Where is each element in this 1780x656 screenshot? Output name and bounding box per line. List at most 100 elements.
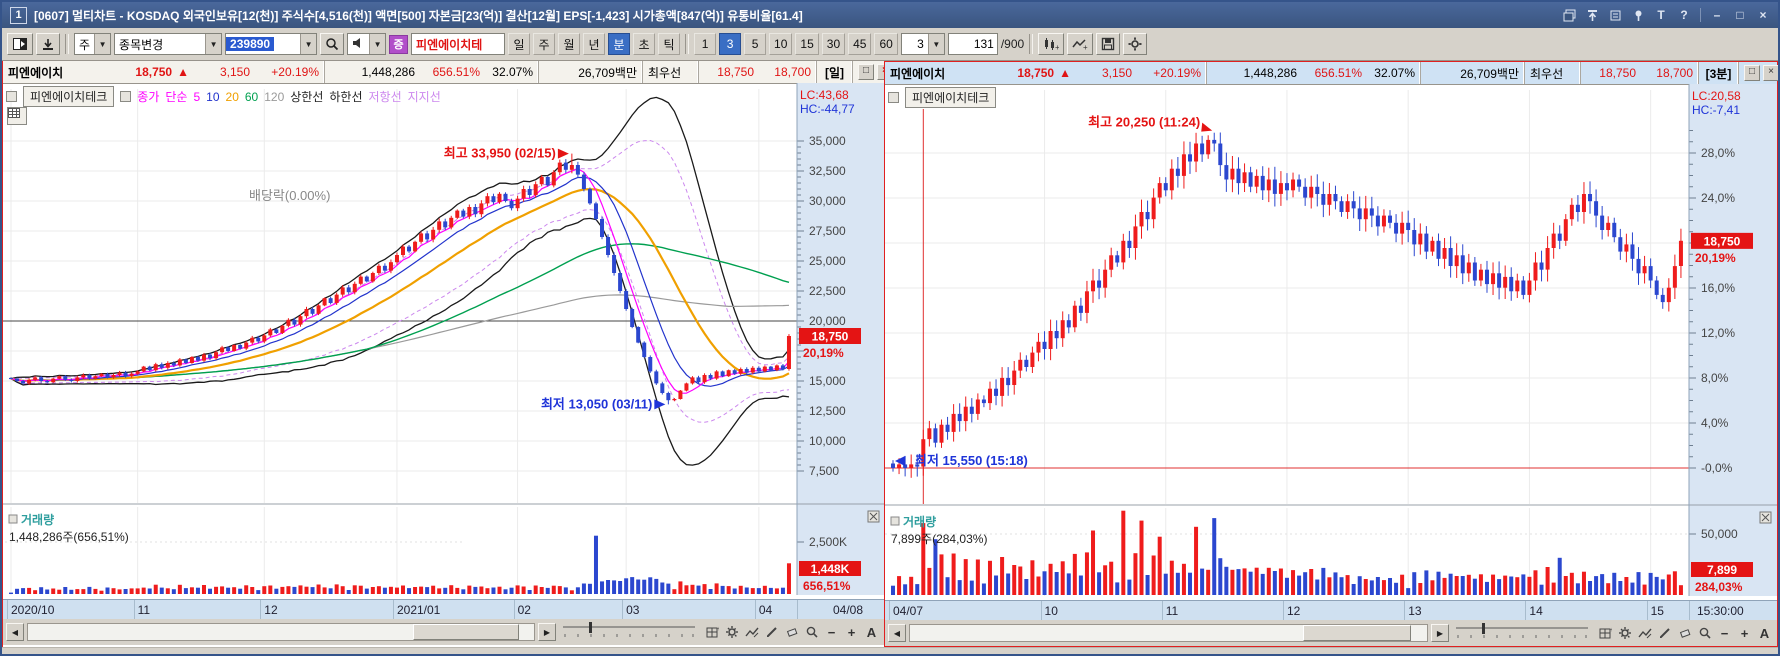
- pane-maximize-button[interactable]: □: [858, 64, 874, 80]
- settings-gear-button[interactable]: [1123, 33, 1148, 55]
- zoom-slider[interactable]: [559, 620, 699, 645]
- ma-legend-toggle-button[interactable]: [120, 91, 132, 102]
- minimize-button[interactable]: –: [1710, 8, 1724, 22]
- zoom-in-button[interactable]: +: [842, 623, 861, 642]
- volume-bar: [1145, 575, 1150, 595]
- minute-combo[interactable]: 3 ▼: [900, 33, 945, 55]
- zoom-out-button[interactable]: −: [822, 623, 841, 642]
- period-minute-button[interactable]: 분: [608, 33, 631, 55]
- chevron-down-icon[interactable]: ▼: [369, 34, 386, 54]
- lower-band-label: 하한선: [329, 90, 363, 104]
- series-tab[interactable]: 피엔에이치테크: [905, 87, 997, 108]
- minute-chart-area[interactable]: 28,0% 24,0% 16,0% 12,0% 8,0% 4,0% -0,0% 최고 20,2…: [885, 84, 1777, 600]
- settings-gear-button[interactable]: [722, 623, 741, 642]
- scroll-left-button[interactable]: ◀: [888, 624, 906, 642]
- pane-close-button[interactable]: ×: [1763, 65, 1778, 81]
- auto-scale-button[interactable]: A: [1755, 624, 1774, 643]
- close-button[interactable]: ×: [1756, 8, 1770, 22]
- volume-bar: [1303, 572, 1308, 595]
- chevron-down-icon[interactable]: ▼: [300, 34, 317, 54]
- period-month-button[interactable]: 월: [558, 33, 581, 55]
- magnifier-button[interactable]: [802, 623, 821, 642]
- save-layout-button[interactable]: [36, 33, 60, 55]
- layout-select-button[interactable]: [7, 33, 33, 55]
- maximize-button[interactable]: □: [1733, 8, 1747, 22]
- volume-bar: [1115, 582, 1120, 595]
- chart-grid-button[interactable]: +: [1595, 624, 1614, 643]
- scrollbar-track[interactable]: [909, 624, 1428, 642]
- pushpin-icon[interactable]: [1631, 8, 1645, 22]
- minute-60-button[interactable]: 60: [874, 33, 898, 55]
- sound-alert-dropdown[interactable]: ▼: [347, 33, 387, 55]
- series-tab[interactable]: 피엔에이치테크: [23, 86, 115, 107]
- chevron-down-icon[interactable]: ▼: [94, 34, 111, 54]
- pencil-icon: [766, 627, 777, 637]
- candle-up: [340, 287, 345, 295]
- period-year-button[interactable]: 년: [583, 33, 606, 55]
- minute-15-button[interactable]: 15: [795, 33, 819, 55]
- cascade-icon[interactable]: [1562, 8, 1576, 22]
- scroll-left-button[interactable]: ◀: [6, 623, 24, 641]
- stock-search-button[interactable]: [320, 33, 345, 55]
- scrollbar-thumb[interactable]: [412, 624, 519, 640]
- scroll-right-button[interactable]: ▶: [1431, 624, 1449, 642]
- compare-candle-button[interactable]: +: [1038, 33, 1065, 55]
- candle-down: [642, 342, 647, 357]
- zoom-slider[interactable]: [1452, 621, 1592, 646]
- magnifier-button[interactable]: [1695, 624, 1714, 643]
- minute-30-button[interactable]: 30: [821, 33, 846, 55]
- minute-1-button[interactable]: 1: [694, 33, 717, 55]
- zoom-in-button[interactable]: +: [1735, 624, 1754, 643]
- eraser-button[interactable]: [1675, 624, 1694, 643]
- pencil-button[interactable]: [762, 623, 781, 642]
- pane-maximize-button[interactable]: □: [1744, 65, 1760, 81]
- text-tool-icon[interactable]: T: [1654, 8, 1668, 22]
- price-change: 3,150: [1101, 66, 1132, 80]
- stock-change-dropdown[interactable]: 종목변경 ▼: [114, 33, 223, 55]
- legend-toggle-button[interactable]: [888, 92, 899, 103]
- scrollbar-track[interactable]: [27, 623, 535, 641]
- cycle-dropdown[interactable]: 주 ▼: [74, 33, 112, 55]
- period-tick-button[interactable]: 틱: [658, 33, 681, 55]
- draw-chart-button[interactable]: [742, 623, 761, 642]
- compare-line-button[interactable]: +: [1067, 33, 1094, 55]
- bar-count-input[interactable]: [947, 33, 998, 55]
- draw-chart-button[interactable]: [1635, 624, 1654, 643]
- stock-code-combo[interactable]: 239890 ▼: [225, 33, 318, 55]
- settings-gear-button[interactable]: [1615, 624, 1634, 643]
- legend-toggle-button[interactable]: [6, 91, 17, 102]
- candle-down: [1660, 294, 1665, 303]
- save-chart-button[interactable]: [1096, 33, 1121, 55]
- candle-up: [135, 371, 140, 374]
- volume-bar: [1491, 574, 1496, 595]
- indicator-grid-icon[interactable]: [7, 107, 27, 125]
- period-week-button[interactable]: 주: [533, 33, 556, 55]
- chart-grid-button[interactable]: +: [702, 623, 721, 642]
- minute-3-button[interactable]: 3: [719, 33, 742, 55]
- minute-45-button[interactable]: 45: [848, 33, 872, 55]
- pencil-button[interactable]: [1655, 624, 1674, 643]
- eraser-button[interactable]: [782, 623, 801, 642]
- zoom-out-button[interactable]: −: [1715, 624, 1734, 643]
- clone-window-icon[interactable]: [1608, 8, 1622, 22]
- period-day-button[interactable]: 일: [508, 33, 531, 55]
- period-second-button[interactable]: 초: [633, 33, 656, 55]
- chevron-down-icon[interactable]: ▼: [927, 34, 944, 54]
- volume-bar: [485, 588, 490, 594]
- minute-10-button[interactable]: 10: [769, 33, 793, 55]
- auto-scale-button[interactable]: A: [862, 623, 881, 642]
- daily-chart-area[interactable]: 35,000 32,500 30,000 27,500 25,000 22,500 20,0…: [3, 83, 885, 599]
- chevron-down-icon[interactable]: ▼: [205, 34, 222, 54]
- scroll-right-button[interactable]: ▶: [538, 623, 556, 641]
- scrollbar-thumb[interactable]: [1302, 625, 1412, 641]
- candle-up: [244, 342, 249, 349]
- help-icon[interactable]: ?: [1677, 8, 1691, 22]
- candle-down: [708, 375, 713, 379]
- pin-to-top-icon[interactable]: [1585, 8, 1599, 22]
- volume-bar: [1327, 577, 1332, 595]
- titlebar[interactable]: 1 [0607] 멀티차트 - KOSDAQ 외국인보유[12(천)] 주식수[…: [2, 2, 1778, 28]
- volume-bar: [1157, 536, 1162, 595]
- stock-name-field[interactable]: 피엔에이치테: [411, 33, 506, 55]
- volume-bar: [51, 588, 56, 594]
- minute-5-button[interactable]: 5: [744, 33, 767, 55]
